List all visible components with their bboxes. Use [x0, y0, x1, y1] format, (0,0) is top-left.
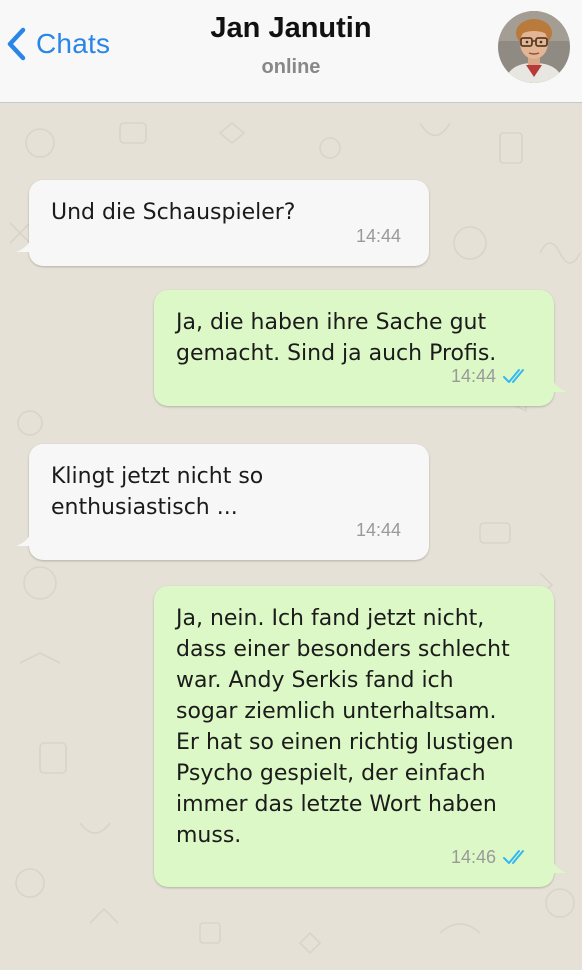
- bubble-tail: [16, 528, 34, 546]
- message-time: 14:44: [355, 520, 401, 540]
- chat-header: Chats Jan Janutin online: [0, 0, 582, 103]
- avatar[interactable]: [498, 11, 570, 83]
- message-text: Klingt jetzt nicht so enthusiastisch ...: [51, 464, 264, 520]
- message-outgoing[interactable]: Ja, die haben ihre Sache gut gemacht. Si…: [154, 290, 567, 406]
- message-incoming[interactable]: Und die Schauspieler? 14:44: [16, 180, 429, 266]
- bubble-tail: [16, 234, 34, 252]
- message-time: 14:44: [450, 366, 496, 386]
- contact-name[interactable]: Jan Janutin: [0, 12, 582, 45]
- message-text: Ja, die haben ihre Sache gut gemacht. Si…: [176, 310, 497, 366]
- double-check-icon: [503, 850, 524, 864]
- message-outgoing[interactable]: Ja, nein. Ich fand jetzt nicht, dass ein…: [154, 586, 567, 887]
- message-text: Ja, nein. Ich fand jetzt nicht, dass ein…: [176, 606, 514, 848]
- message-time: 14:44: [355, 226, 401, 246]
- bubble-tail: [549, 855, 567, 873]
- contact-status: online: [261, 56, 321, 78]
- double-check-icon: [503, 369, 524, 383]
- chat-area[interactable]: Und die Schauspieler? 14:44 Ja, die habe…: [0, 103, 582, 970]
- message-text: Und die Schauspieler?: [51, 200, 296, 225]
- bubble-tail: [549, 374, 567, 392]
- message-time: 14:46: [450, 847, 496, 867]
- message-incoming[interactable]: Klingt jetzt nicht so enthusiastisch ...…: [16, 444, 429, 560]
